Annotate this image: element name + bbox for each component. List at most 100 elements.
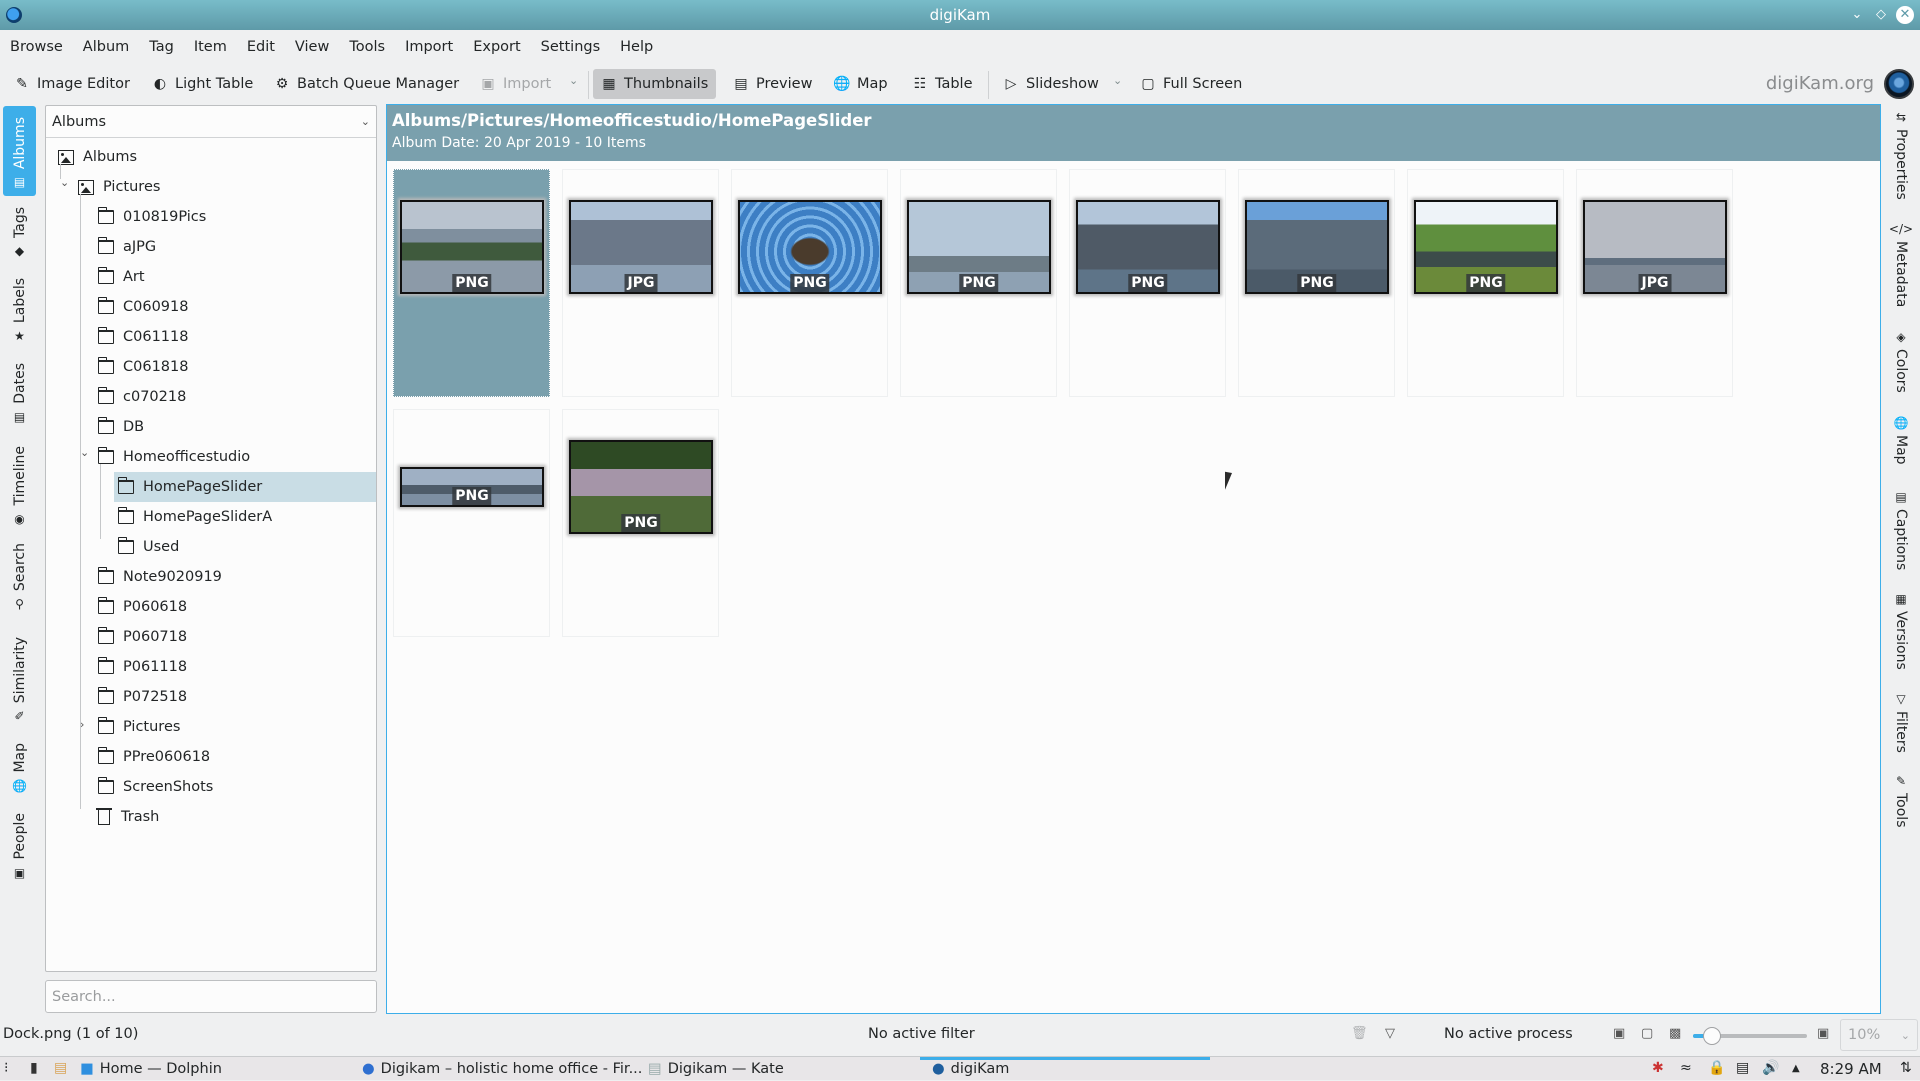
terminal-icon[interactable]: ▮ bbox=[30, 1060, 38, 1076]
zoom-actual-size-icon[interactable]: ▩ bbox=[1669, 1026, 1681, 1041]
thumbnail-image[interactable]: PNG bbox=[1414, 200, 1558, 294]
thumbnail-image[interactable]: PNG bbox=[738, 200, 882, 294]
album-tree-item[interactable]: HomePageSliderA bbox=[46, 502, 376, 532]
album-tree-item[interactable]: Art bbox=[46, 262, 376, 292]
album-tree-item[interactable]: HomePageSlider bbox=[114, 472, 376, 502]
tab-right-map[interactable]: 🌐 Map bbox=[1884, 417, 1918, 465]
import-dropdown-chevron-icon[interactable]: ⌄ bbox=[569, 74, 578, 87]
thumbnail-image[interactable]: PNG bbox=[569, 440, 713, 534]
tab-colors[interactable]: ◈ Colors bbox=[1884, 331, 1918, 393]
notes-icon[interactable]: ▤ bbox=[54, 1060, 67, 1076]
menu-settings[interactable]: Settings bbox=[531, 33, 610, 63]
tab-search[interactable]: ⚲ Search bbox=[3, 535, 36, 618]
wifi-icon[interactable]: ≈ bbox=[1680, 1060, 1692, 1076]
map-button[interactable]: 🌐 Map bbox=[826, 69, 896, 99]
menu-browse[interactable]: Browse bbox=[0, 33, 73, 63]
tab-filters[interactable]: ▽ Filters bbox=[1884, 693, 1918, 753]
album-tree-item[interactable]: DB bbox=[46, 412, 376, 442]
thumbnail-item[interactable]: PNG bbox=[731, 169, 888, 397]
task-digikam[interactable]: ● digiKam bbox=[932, 1057, 1009, 1081]
thumbnails-button[interactable]: ▦ Thumbnails bbox=[593, 69, 717, 99]
digikam-logo-icon[interactable] bbox=[1884, 69, 1914, 99]
clipboard-icon[interactable]: ▤ bbox=[1736, 1060, 1749, 1076]
task-kate[interactable]: ▤ Digikam — Kate bbox=[648, 1057, 784, 1081]
light-table-button[interactable]: ◐ Light Table bbox=[144, 69, 261, 99]
tab-metadata[interactable]: </> Metadata bbox=[1884, 223, 1918, 307]
album-tree-item[interactable]: c070218 bbox=[46, 382, 376, 412]
album-tree-item[interactable]: C060918 bbox=[46, 292, 376, 322]
tab-people[interactable]: ▣ People bbox=[3, 805, 36, 887]
thumbnail-item[interactable]: JPG bbox=[1576, 169, 1733, 397]
thumbnail-image[interactable]: JPG bbox=[569, 200, 713, 294]
clock[interactable]: 8:29 AM bbox=[1820, 1060, 1882, 1078]
tab-versions[interactable]: ▦ Versions bbox=[1884, 593, 1918, 670]
menu-import[interactable]: Import bbox=[395, 33, 463, 63]
album-tree-item[interactable]: 010819Pics bbox=[46, 202, 376, 232]
import-button[interactable]: ▣ Import bbox=[472, 69, 559, 99]
slideshow-dropdown-chevron-icon[interactable]: ⌄ bbox=[1113, 74, 1122, 87]
volume-icon[interactable]: 🔊 bbox=[1762, 1060, 1779, 1076]
album-tree-item[interactable]: P061118 bbox=[46, 652, 376, 682]
thumbnail-item[interactable]: JPG bbox=[562, 169, 719, 397]
menu-view[interactable]: View bbox=[285, 33, 339, 63]
thumbnail-item[interactable]: PNG bbox=[900, 169, 1057, 397]
album-tree-item[interactable]: P060718 bbox=[46, 622, 376, 652]
application-launcher-icon[interactable]: ⁝ bbox=[4, 1060, 8, 1076]
updates-icon[interactable]: ✱ bbox=[1652, 1060, 1664, 1076]
preview-button[interactable]: ▤ Preview bbox=[725, 69, 820, 99]
menu-item[interactable]: Item bbox=[184, 33, 237, 63]
digikam-org-link[interactable]: digiKam.org bbox=[1766, 73, 1874, 94]
thumbnail-image[interactable]: PNG bbox=[400, 467, 544, 507]
tab-tags[interactable]: ◆ Tags bbox=[3, 199, 36, 265]
menu-help[interactable]: Help bbox=[610, 33, 663, 63]
full-screen-button[interactable]: ▢ Full Screen bbox=[1132, 69, 1250, 99]
menu-album[interactable]: Album bbox=[73, 33, 139, 63]
filter-icon[interactable]: ▽ bbox=[1385, 1026, 1395, 1041]
trash-icon[interactable]: 🗑 bbox=[1351, 1026, 1368, 1041]
tab-timeline[interactable]: ◉ Timeline bbox=[3, 438, 36, 533]
thumbnail-item[interactable]: PNG bbox=[1407, 169, 1564, 397]
album-tree-item[interactable]: P072518 bbox=[46, 682, 376, 712]
album-tree-item[interactable]: Homeofficestudio bbox=[46, 442, 376, 472]
album-tree-item[interactable]: Trash bbox=[46, 802, 376, 832]
zoom-to-fit-icon[interactable]: ▣ bbox=[1613, 1026, 1625, 1041]
thumbnail-item[interactable]: PNG bbox=[1069, 169, 1226, 397]
album-tree-item[interactable]: aJPG bbox=[46, 232, 376, 262]
album-view-select[interactable]: Albums ⌄ bbox=[46, 106, 376, 138]
zoom-level-select[interactable]: 10% ⌄ bbox=[1840, 1019, 1918, 1051]
tab-albums[interactable]: ▤ Albums bbox=[3, 106, 36, 196]
album-tree-item[interactable]: PPre060618 bbox=[46, 742, 376, 772]
thumbnail-image[interactable]: PNG bbox=[400, 200, 544, 294]
tab-tools[interactable]: ✎ Tools bbox=[1884, 775, 1918, 828]
thumbnail-item[interactable]: PNG bbox=[393, 409, 550, 637]
minimize-button[interactable]: ⌄ bbox=[1848, 6, 1866, 24]
menu-tag[interactable]: Tag bbox=[139, 33, 184, 63]
thumbnail-image[interactable]: JPG bbox=[1583, 200, 1727, 294]
album-tree-item[interactable]: Note9020919 bbox=[46, 562, 376, 592]
task-dolphin[interactable]: ■ Home — Dolphin bbox=[80, 1057, 222, 1081]
album-tree-item[interactable]: C061818 bbox=[46, 352, 376, 382]
album-tree-item[interactable]: ScreenShots bbox=[46, 772, 376, 802]
expand-chevron-down-icon[interactable]: ⌄ bbox=[60, 176, 69, 189]
panel-settings-icon[interactable]: ⇅ bbox=[1900, 1060, 1912, 1076]
tab-similarity[interactable]: ✐ Similarity bbox=[3, 629, 36, 730]
zoom-fit-icon[interactable]: ▣ bbox=[1817, 1026, 1829, 1041]
thumbnail-image[interactable]: PNG bbox=[907, 200, 1051, 294]
task-firefox[interactable]: ● Digikam – holistic home office - Fir..… bbox=[362, 1057, 642, 1081]
expand-chevron-down-icon[interactable]: ⌄ bbox=[80, 446, 89, 459]
slideshow-button[interactable]: ▷ Slideshow bbox=[995, 69, 1107, 99]
zoom-slider[interactable] bbox=[1693, 1027, 1807, 1045]
close-button[interactable]: ✕ bbox=[1896, 6, 1914, 24]
fit-window-icon[interactable]: ▢ bbox=[1641, 1026, 1653, 1041]
tab-properties[interactable]: ⇆ Properties bbox=[1884, 111, 1918, 200]
table-button[interactable]: ☷ Table bbox=[904, 69, 981, 99]
album-tree-item[interactable]: P060618 bbox=[46, 592, 376, 622]
tab-map[interactable]: 🌐 Map bbox=[3, 735, 36, 800]
album-tree-item[interactable]: Used bbox=[46, 532, 376, 562]
album-tree-item[interactable]: Albums bbox=[46, 142, 376, 172]
tray-expand-icon[interactable]: ▲ bbox=[1792, 1063, 1800, 1074]
thumbnail-item[interactable]: PNG bbox=[393, 169, 550, 397]
zoom-slider-handle[interactable] bbox=[1702, 1027, 1721, 1045]
image-editor-button[interactable]: ✎ Image Editor bbox=[6, 69, 138, 99]
album-tree-item[interactable]: Pictures bbox=[46, 172, 376, 202]
